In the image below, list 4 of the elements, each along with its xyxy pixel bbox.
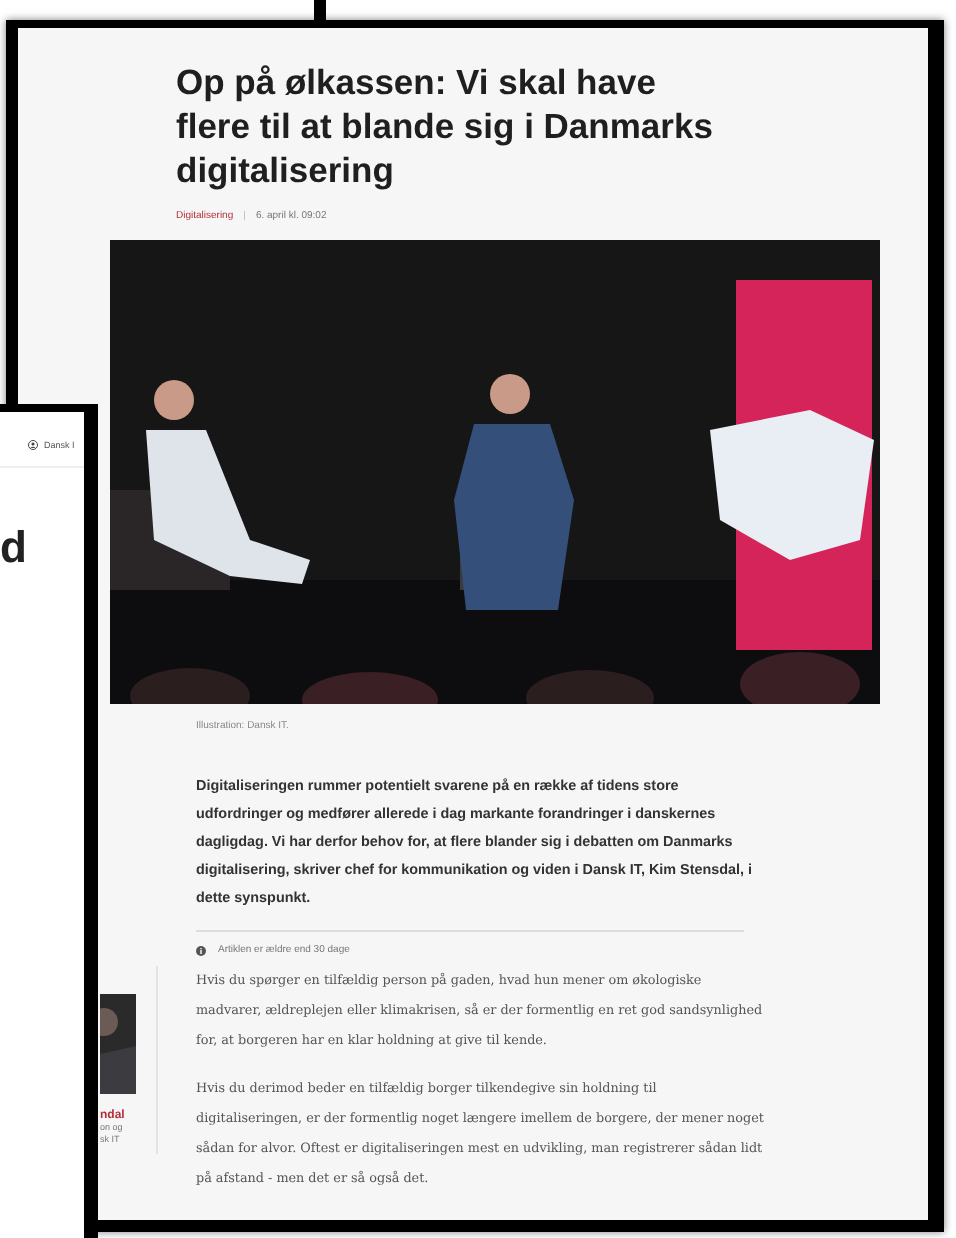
article-title: Op på ølkassen: Vi skal have flere til at blande sig i Danmarks digitalisering xyxy=(176,60,715,192)
person-icon xyxy=(28,440,38,450)
headline-fragment: d xyxy=(0,524,29,572)
info-icon xyxy=(196,945,206,955)
